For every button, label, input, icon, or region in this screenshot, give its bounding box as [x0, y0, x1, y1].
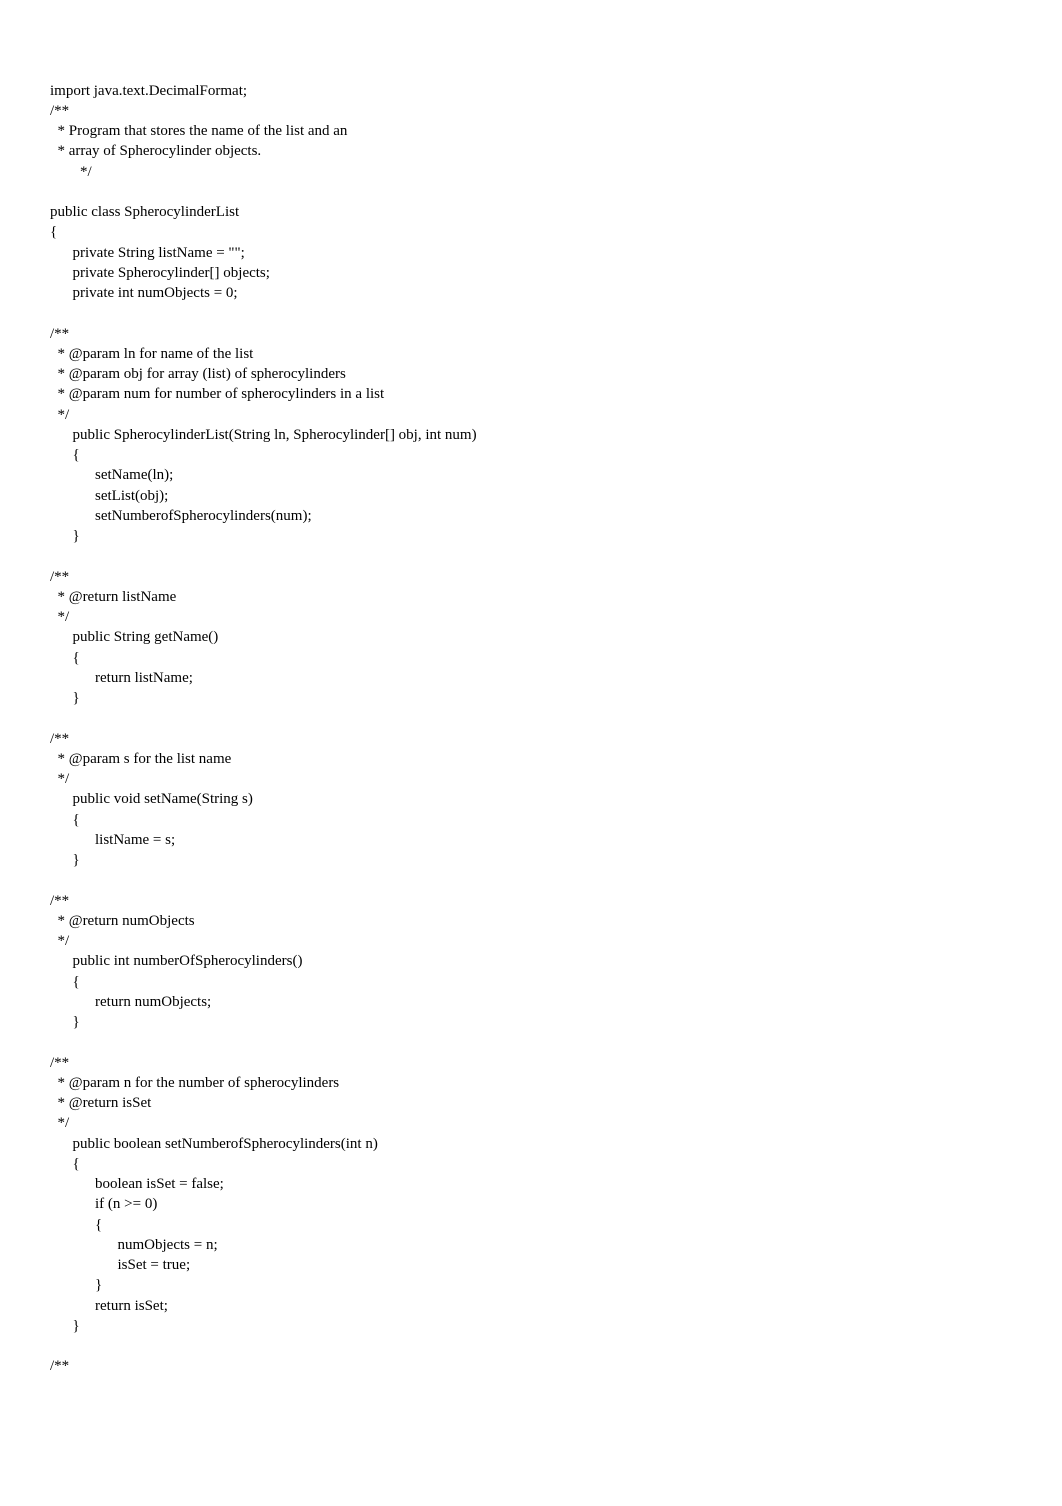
code-line: } — [50, 528, 80, 544]
code-line: { — [50, 812, 80, 828]
code-line: } — [50, 852, 80, 868]
code-line: public boolean setNumberofSpherocylinder… — [50, 1136, 378, 1152]
code-line: } — [50, 1277, 102, 1293]
code-line: * @return isSet — [50, 1095, 151, 1111]
code-line: } — [50, 1318, 80, 1334]
code-line: /** — [50, 1055, 69, 1071]
code-line: * @param obj for array (list) of spheroc… — [50, 366, 346, 382]
code-line: } — [50, 690, 80, 706]
code-line: return numObjects; — [50, 994, 211, 1010]
code-line: * @param num for number of spherocylinde… — [50, 386, 384, 402]
code-line: { — [50, 974, 80, 990]
code-line: * @param n for the number of spherocylin… — [50, 1075, 339, 1091]
code-line: { — [50, 447, 80, 463]
code-line: isSet = true; — [50, 1257, 190, 1273]
code-line: * @param ln for name of the list — [50, 346, 253, 362]
code-line: /** — [50, 1358, 69, 1374]
code-line: private Spherocylinder[] objects; — [50, 265, 270, 281]
code-line: numObjects = n; — [50, 1237, 218, 1253]
code-line: public SpherocylinderList(String ln, Sph… — [50, 427, 477, 443]
code-line: import java.text.DecimalFormat; — [50, 83, 247, 99]
code-line: listName = s; — [50, 832, 175, 848]
code-line: */ — [50, 1115, 69, 1131]
code-line: return isSet; — [50, 1298, 168, 1314]
code-line: /** — [50, 569, 69, 585]
code-line: * array of Spherocylinder objects. — [50, 143, 261, 159]
code-line: { — [50, 1156, 80, 1172]
code-line: */ — [50, 771, 69, 787]
code-line: { — [50, 650, 80, 666]
code-document: import java.text.DecimalFormat; /** * Pr… — [50, 81, 1012, 1377]
code-line: setNumberofSpherocylinders(num); — [50, 508, 312, 524]
code-line: * @param s for the list name — [50, 751, 231, 767]
code-line: public String getName() — [50, 629, 218, 645]
code-line: public int numberOfSpherocylinders() — [50, 953, 302, 969]
code-line: setList(obj); — [50, 488, 168, 504]
code-line: return listName; — [50, 670, 193, 686]
code-line: { — [50, 224, 57, 240]
code-line: setName(ln); — [50, 467, 173, 483]
code-line: public class SpherocylinderList — [50, 204, 239, 220]
code-line: boolean isSet = false; — [50, 1176, 224, 1192]
code-line: * @return numObjects — [50, 913, 195, 929]
code-line: private String listName = ""; — [50, 245, 245, 261]
code-line: */ — [50, 933, 69, 949]
code-line: { — [50, 1217, 102, 1233]
code-line: public void setName(String s) — [50, 791, 253, 807]
code-line: private int numObjects = 0; — [50, 285, 238, 301]
code-line: if (n >= 0) — [50, 1196, 157, 1212]
code-line: * Program that stores the name of the li… — [50, 123, 347, 139]
code-line: /** — [50, 103, 69, 119]
code-line: * @return listName — [50, 589, 176, 605]
code-line: /** — [50, 731, 69, 747]
code-line: */ — [50, 609, 69, 625]
code-line: /** — [50, 326, 69, 342]
code-line: /** — [50, 893, 69, 909]
code-line: */ — [50, 164, 92, 180]
code-line: */ — [50, 407, 69, 423]
code-line: } — [50, 1014, 80, 1030]
